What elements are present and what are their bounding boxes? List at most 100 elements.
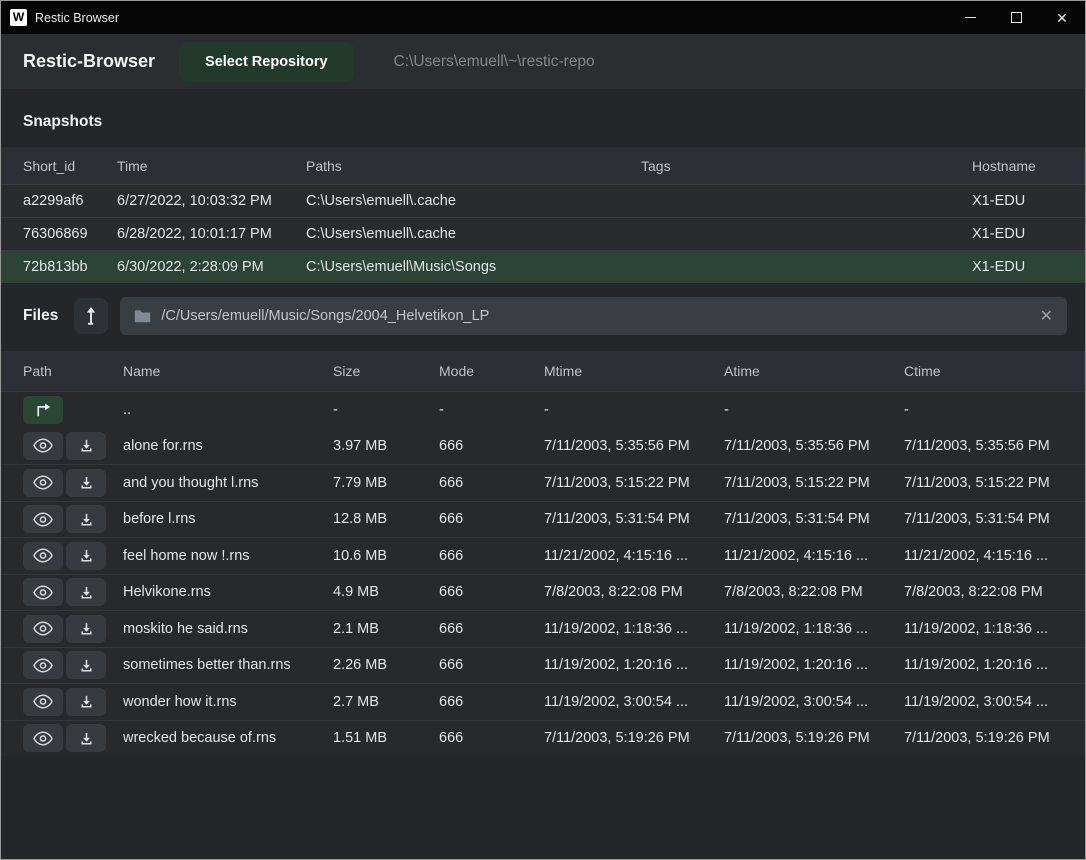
file-size: 3.97 MB (333, 438, 439, 454)
snapshot-hostname: X1-EDU (972, 259, 1063, 275)
snapshot-hostname: X1-EDU (972, 193, 1063, 209)
download-file-button[interactable] (66, 469, 106, 497)
snapshot-short-id: 72b813bb (23, 259, 117, 275)
files-col-mtime: Mtime (544, 363, 724, 379)
snapshot-row[interactable]: 76306869 6/28/2022, 10:01:17 PM C:\Users… (1, 217, 1085, 250)
maximize-button[interactable] (993, 1, 1039, 34)
eye-icon (33, 731, 53, 746)
app-toolbar: Restic-Browser Select Repository C:\User… (1, 34, 1085, 89)
go-to-root-button[interactable] (74, 298, 108, 334)
download-file-button[interactable] (66, 578, 106, 606)
eye-icon (33, 512, 53, 527)
download-icon (79, 512, 94, 527)
wails-logo-icon: W (10, 9, 27, 26)
file-row: Helvikone.rns 4.9 MB 666 7/8/2003, 8:22:… (1, 574, 1085, 611)
snapshot-paths: C:\Users\emuell\.cache (306, 226, 641, 242)
file-atime: 7/11/2003, 5:15:22 PM (724, 475, 904, 491)
file-mode: 666 (439, 621, 544, 637)
file-row: and you thought l.rns 7.79 MB 666 7/11/2… (1, 464, 1085, 501)
file-name: and you thought l.rns (123, 475, 333, 491)
preview-file-button[interactable] (23, 505, 63, 533)
file-size: 2.1 MB (333, 621, 439, 637)
preview-file-button[interactable] (23, 688, 63, 716)
snapshot-time: 6/30/2022, 2:28:09 PM (117, 259, 306, 275)
file-mode: 666 (439, 548, 544, 564)
app-window: W Restic Browser ✕ Restic-Browser Select… (0, 0, 1086, 860)
select-repository-button[interactable]: Select Repository (179, 42, 354, 82)
file-mtime: 11/19/2002, 1:20:16 ... (544, 657, 724, 673)
eye-icon (33, 548, 53, 563)
preview-file-button[interactable] (23, 469, 63, 497)
snapshots-section-title: Snapshots (1, 89, 1085, 147)
clear-path-button[interactable]: ✕ (1040, 306, 1053, 326)
snapshot-paths: C:\Users\emuell\.cache (306, 193, 641, 209)
file-atime: 11/19/2002, 1:18:36 ... (724, 621, 904, 637)
file-atime: 7/8/2003, 8:22:08 PM (724, 584, 904, 600)
download-icon (79, 658, 94, 673)
snapshot-time: 6/27/2022, 10:03:32 PM (117, 193, 306, 209)
file-atime: 11/21/2002, 4:15:16 ... (724, 548, 904, 564)
preview-file-button[interactable] (23, 615, 63, 643)
snapshots-col-time: Time (117, 158, 306, 174)
file-mtime: 7/11/2003, 5:19:26 PM (544, 730, 724, 746)
download-file-button[interactable] (66, 542, 106, 570)
file-mtime: 11/19/2002, 1:18:36 ... (544, 621, 724, 637)
file-name: alone for.rns (123, 438, 333, 454)
snapshot-row[interactable]: a2299af6 6/27/2022, 10:03:32 PM C:\Users… (1, 184, 1085, 217)
snapshot-hostname: X1-EDU (972, 226, 1063, 242)
download-file-button[interactable] (66, 724, 106, 752)
close-button[interactable]: ✕ (1039, 1, 1085, 34)
snapshots-col-hostname: Hostname (972, 158, 1063, 174)
preview-file-button[interactable] (23, 651, 63, 679)
snapshot-row-selected[interactable]: 72b813bb 6/30/2022, 2:28:09 PM C:\Users\… (1, 250, 1085, 283)
close-icon: ✕ (1056, 11, 1068, 25)
file-mode: 666 (439, 584, 544, 600)
titlebar: W Restic Browser ✕ (1, 1, 1085, 34)
file-size: 10.6 MB (333, 548, 439, 564)
download-file-button[interactable] (66, 688, 106, 716)
file-ctime: 11/19/2002, 1:18:36 ... (904, 621, 1063, 637)
file-size: 12.8 MB (333, 511, 439, 527)
file-name: sometimes better than.rns (123, 657, 333, 673)
snapshots-table-header: Short_id Time Paths Tags Hostname (1, 147, 1085, 184)
preview-file-button[interactable] (23, 432, 63, 460)
eye-icon (33, 585, 53, 600)
file-ctime: 7/11/2003, 5:15:22 PM (904, 475, 1063, 491)
preview-file-button[interactable] (23, 724, 63, 752)
files-current-path: /C/Users/emuell/Music/Songs/2004_Helveti… (161, 308, 1039, 324)
download-file-button[interactable] (66, 432, 106, 460)
file-name: wrecked because of.rns (123, 730, 333, 746)
file-mtime: 7/8/2003, 8:22:08 PM (544, 584, 724, 600)
file-mode: 666 (439, 511, 544, 527)
files-table-header: Path Name Size Mode Mtime Atime Ctime (1, 351, 1085, 391)
download-file-button[interactable] (66, 615, 106, 643)
files-section-title: Files (23, 307, 58, 325)
snapshot-paths: C:\Users\emuell\Music\Songs (306, 259, 641, 275)
download-icon (79, 731, 94, 746)
minimize-button[interactable] (947, 1, 993, 34)
parent-directory-row: .. - - - - - (1, 391, 1085, 428)
file-mtime: - (544, 402, 724, 418)
file-size: - (333, 402, 439, 418)
download-icon (79, 585, 94, 600)
app-name: Restic-Browser (23, 51, 155, 72)
files-path-input[interactable]: /C/Users/emuell/Music/Songs/2004_Helveti… (120, 297, 1067, 335)
snapshots-col-tags: Tags (641, 158, 972, 174)
file-row: feel home now !.rns 10.6 MB 666 11/21/20… (1, 537, 1085, 574)
file-row: wonder how it.rns 2.7 MB 666 11/19/2002,… (1, 683, 1085, 720)
preview-file-button[interactable] (23, 578, 63, 606)
repository-path-field[interactable]: C:\Users\emuell\~\restic-repo (394, 53, 1063, 71)
download-file-button[interactable] (66, 505, 106, 533)
go-up-directory-button[interactable] (23, 396, 63, 424)
file-ctime: 7/8/2003, 8:22:08 PM (904, 584, 1063, 600)
preview-file-button[interactable] (23, 542, 63, 570)
up-right-arrow-icon (34, 402, 53, 417)
file-row: wrecked because of.rns 1.51 MB 666 7/11/… (1, 720, 1085, 757)
file-ctime: 11/19/2002, 1:20:16 ... (904, 657, 1063, 673)
download-file-button[interactable] (66, 651, 106, 679)
file-atime: 11/19/2002, 1:20:16 ... (724, 657, 904, 673)
maximize-icon (1011, 12, 1022, 23)
download-icon (79, 548, 94, 563)
files-col-mode: Mode (439, 363, 544, 379)
file-name: .. (123, 402, 333, 418)
